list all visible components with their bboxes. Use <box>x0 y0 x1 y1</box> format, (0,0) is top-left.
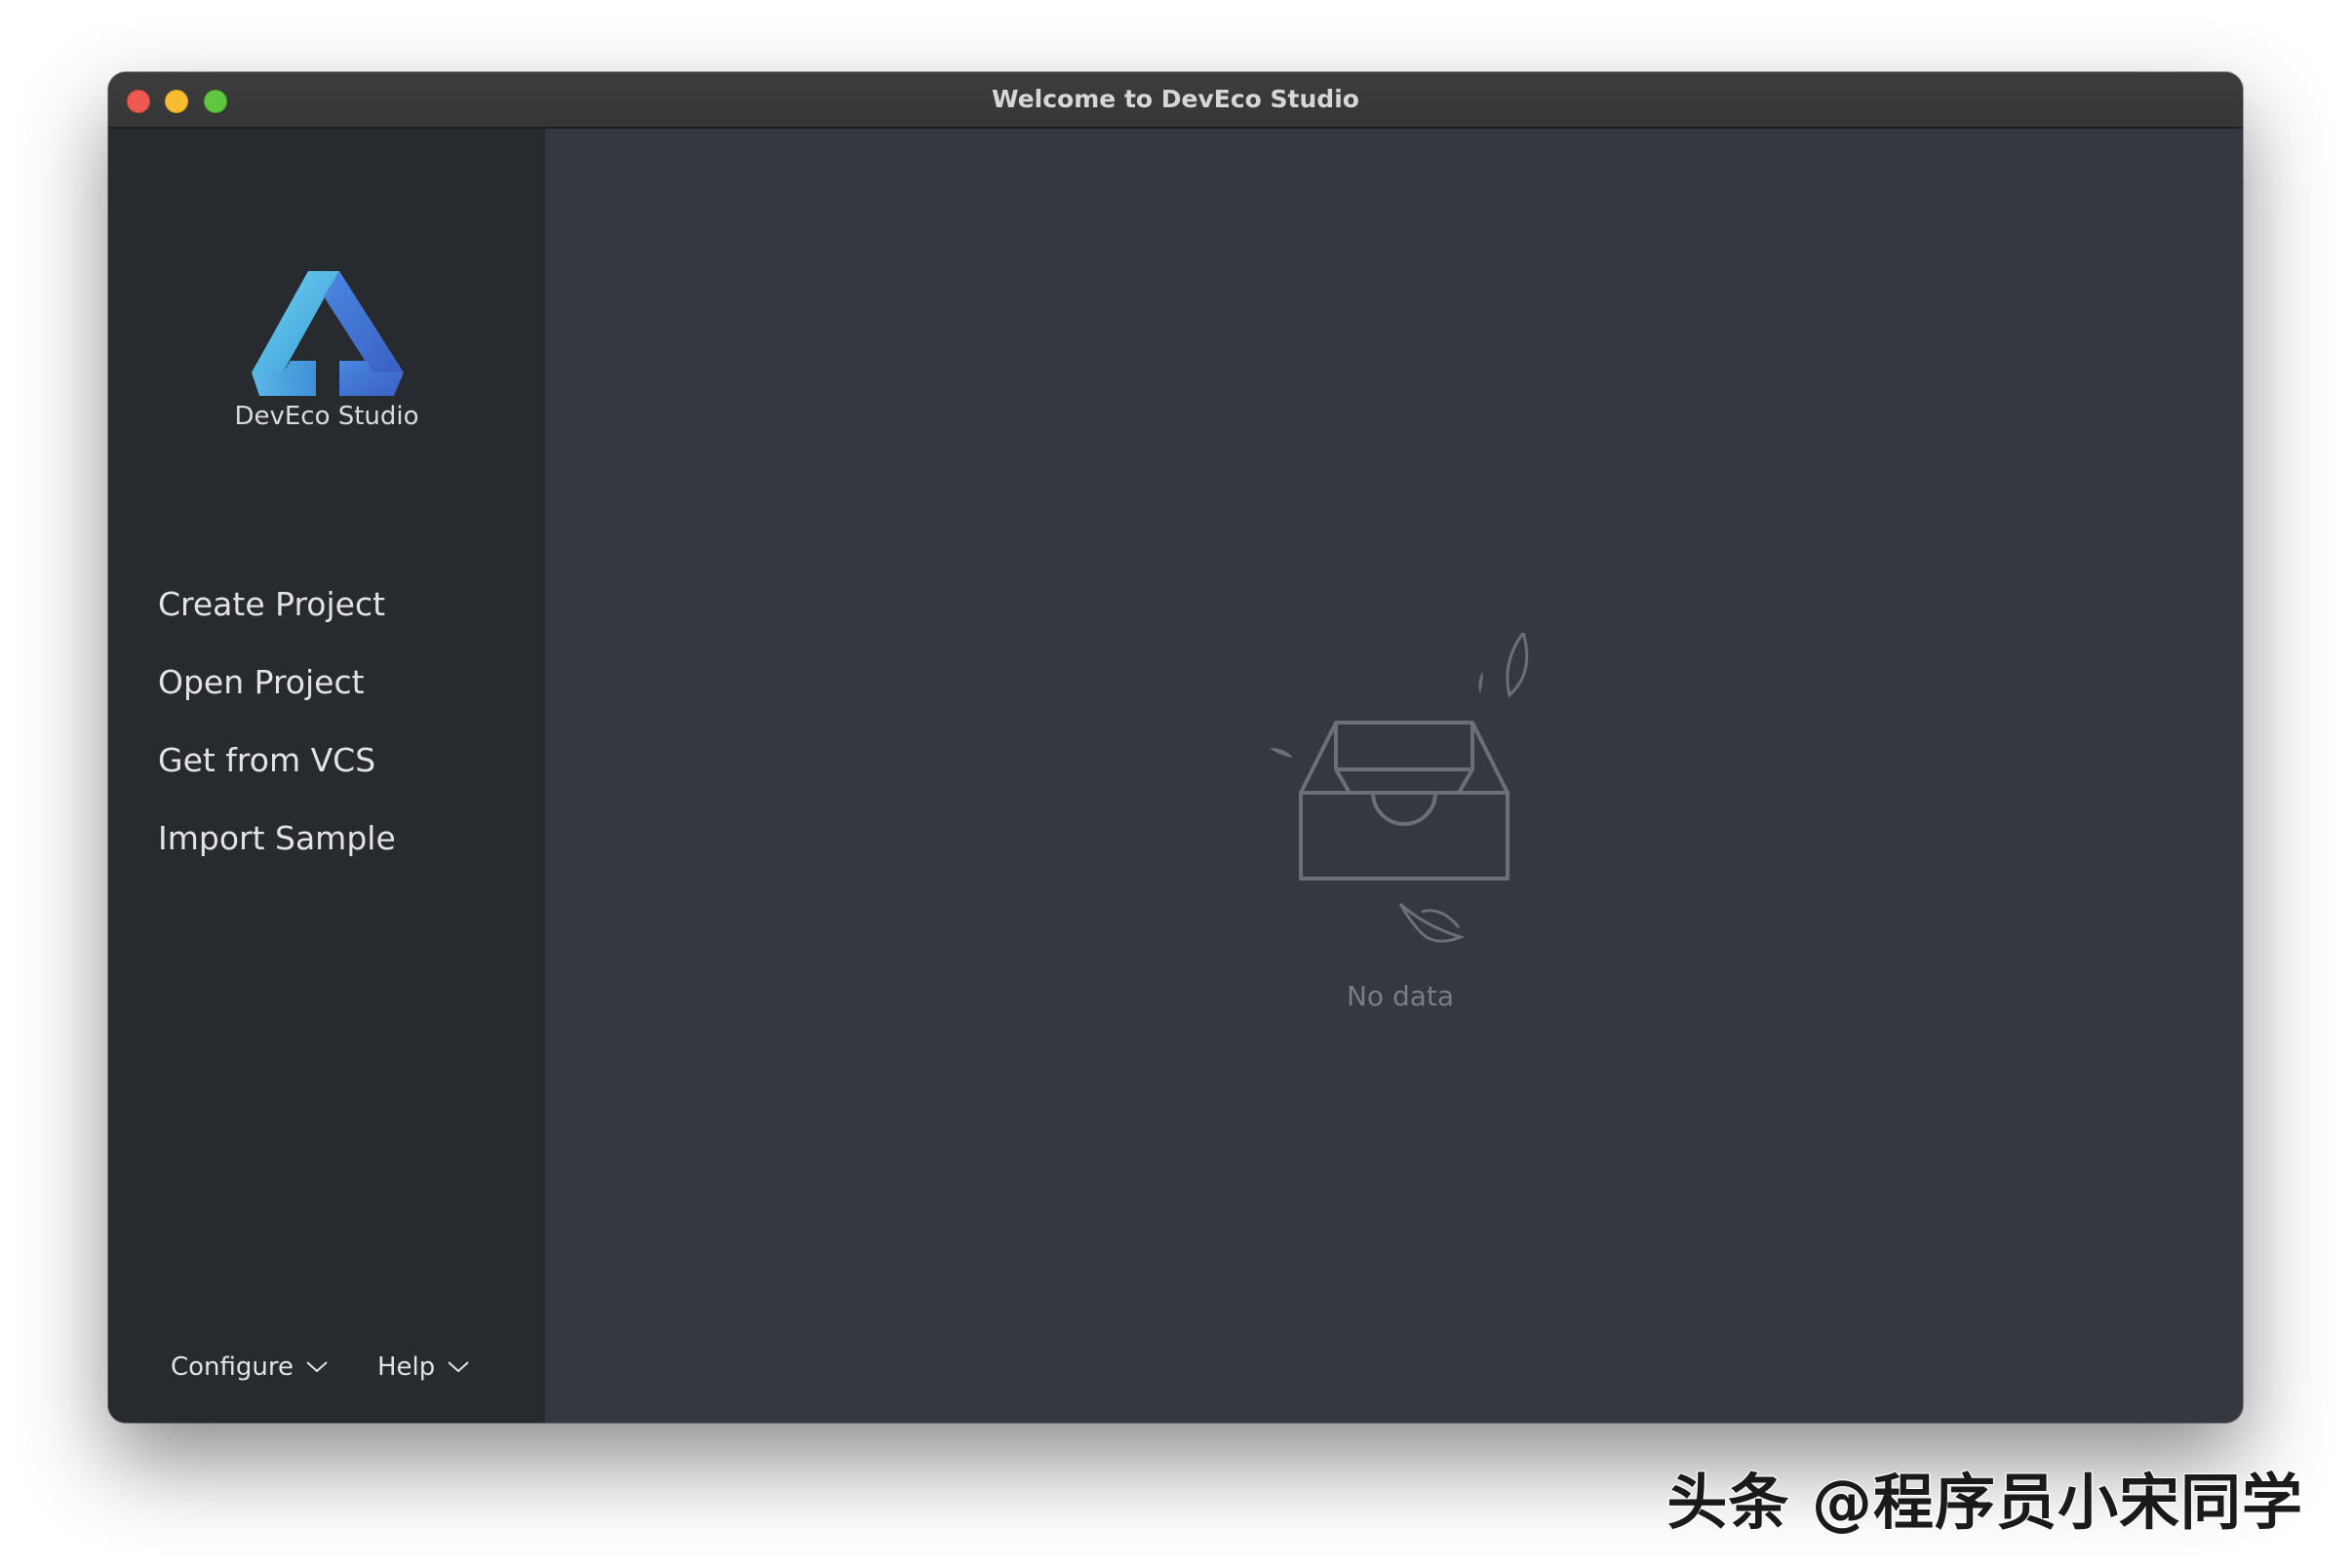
watermark: 头条 @程序员小宋同学 <box>1666 1466 2303 1539</box>
product-name: DevEco Studio <box>234 402 419 431</box>
empty-state-text: No data <box>1346 980 1455 1012</box>
window-title: Welcome to DevEco Studio <box>992 85 1359 113</box>
welcome-sidebar: DevEco Studio Create Project Open Projec… <box>108 129 545 1423</box>
help-dropdown[interactable]: Help <box>377 1352 470 1382</box>
help-label: Help <box>377 1352 436 1382</box>
import-sample-link[interactable]: Import Sample <box>158 819 396 857</box>
title-bar[interactable]: Welcome to DevEco Studio <box>108 72 2243 129</box>
configure-dropdown[interactable]: Configure <box>171 1352 329 1382</box>
get-from-vcs-link[interactable]: Get from VCS <box>158 741 375 779</box>
screenshot-stage: Welcome to DevEco Studio DevEco Studio C… <box>0 0 2352 1568</box>
chevron-down-icon <box>448 1361 469 1373</box>
open-project-link[interactable]: Open Project <box>158 663 365 701</box>
deveco-logo-icon <box>252 271 404 396</box>
empty-inbox-icon <box>1270 633 1529 943</box>
create-project-link[interactable]: Create Project <box>158 585 385 623</box>
chevron-down-icon <box>306 1361 328 1373</box>
configure-label: Configure <box>171 1352 294 1382</box>
app-window: Welcome to DevEco Studio DevEco Studio C… <box>108 72 2243 1423</box>
